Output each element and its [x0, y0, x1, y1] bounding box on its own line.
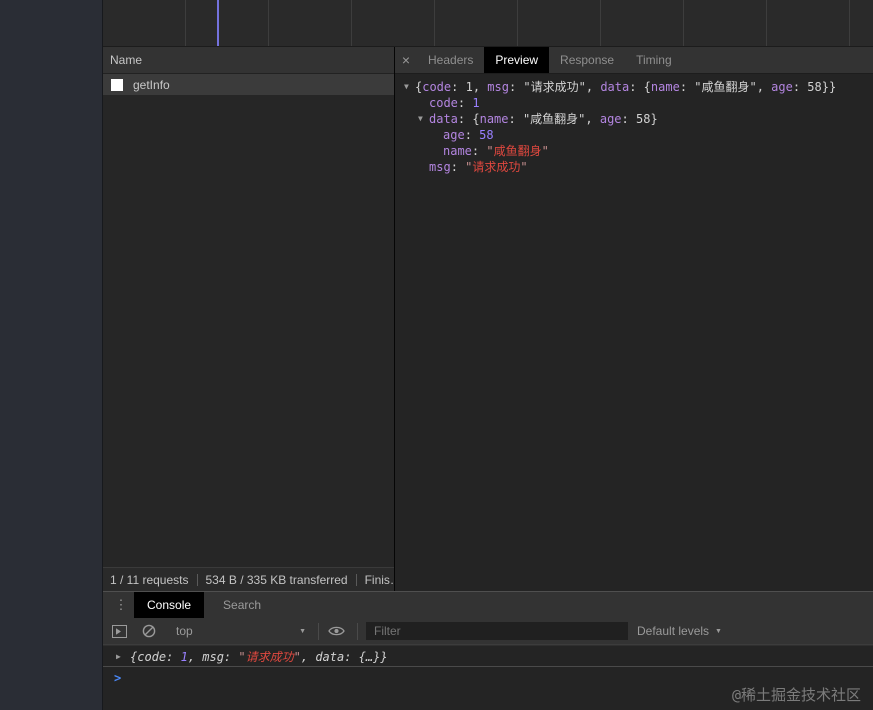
devtools-window: Name getInfo 1 / 11 requests 534 B / 335…: [102, 0, 873, 710]
request-detail-pane: × Headers Preview Response Timing ▼ {cod…: [395, 47, 873, 591]
request-detail-tabbar: × Headers Preview Response Timing: [395, 47, 873, 74]
page-background: [0, 0, 102, 710]
chevron-down-icon: ▼: [299, 627, 306, 635]
tab-search[interactable]: Search: [210, 592, 274, 618]
toolbar-divider: [318, 622, 319, 640]
log-expand-icon[interactable]: ▶: [116, 652, 130, 661]
tab-headers[interactable]: Headers: [417, 47, 484, 73]
log-levels-dropdown[interactable]: Default levels ▼: [637, 624, 722, 638]
preview-tree-line: name: "咸鱼翻身": [404, 143, 873, 159]
timeline-marker: [217, 0, 219, 46]
tree-line-tokens: age: 58: [443, 128, 494, 142]
tab-response[interactable]: Response: [549, 47, 625, 73]
kebab-menu-icon[interactable]: ⋮: [115, 592, 128, 618]
console-sidebar-toggle-icon[interactable]: [112, 624, 127, 638]
close-icon[interactable]: ×: [395, 47, 417, 73]
tab-preview[interactable]: Preview: [484, 47, 550, 73]
chevron-down-icon: ▼: [715, 627, 722, 635]
toolbar-divider: [357, 622, 358, 640]
tab-console[interactable]: Console: [134, 592, 205, 618]
console-filter-input[interactable]: [366, 622, 628, 640]
tree-line-tokens: code: 1: [429, 96, 480, 110]
console-drawer: ⋮ Console Search top ▼ Filter Default le…: [103, 591, 873, 710]
column-header-label: Name: [110, 53, 143, 67]
preview-tree-line: code: 1: [404, 95, 873, 111]
clear-console-icon[interactable]: [142, 624, 156, 638]
preview-tree-line: age: 58: [404, 127, 873, 143]
request-list-column: Name getInfo 1 / 11 requests 534 B / 335…: [103, 47, 395, 591]
request-name: getInfo: [133, 77, 170, 92]
log-object-preview: {code: 1, msg: "请求成功", data: {…}}: [130, 649, 388, 664]
request-row-getinfo[interactable]: getInfo: [103, 74, 394, 95]
tree-toggle-icon: [432, 143, 443, 159]
tree-line-tokens: msg: "请求成功": [429, 160, 528, 174]
network-panel: Name getInfo 1 / 11 requests 534 B / 335…: [103, 47, 873, 591]
tree-toggle-icon: [418, 159, 429, 175]
prompt-chevron-icon: >: [114, 670, 122, 685]
request-list-empty-area: [103, 95, 394, 567]
tree-line-tokens: data: {name: "咸鱼翻身", age: 58}: [429, 112, 658, 126]
summary-transferred: 534 B / 335 KB transferred: [205, 572, 348, 587]
tree-toggle-icon: [432, 127, 443, 143]
console-log-row: ▶ {code: 1, msg: "请求成功", data: {…}}: [103, 645, 873, 667]
watermark: @稀土掘金技术社区: [731, 686, 861, 704]
json-preview-tree: ▼ {code: 1, msg: "请求成功", data: {name: "咸…: [395, 74, 873, 591]
execution-context-selector[interactable]: top ▼: [176, 624, 306, 638]
execution-context-label: top: [176, 624, 193, 638]
console-messages-area: ▶ {code: 1, msg: "请求成功", data: {…}} > @稀…: [103, 645, 873, 710]
summary-finish: Finis…: [364, 572, 394, 587]
summary-requests: 1 / 11 requests: [110, 572, 189, 587]
live-expression-eye-icon[interactable]: [328, 625, 345, 637]
console-drawer-tabbar: ⋮ Console Search: [103, 592, 873, 618]
tree-line-tokens: name: "咸鱼翻身": [443, 144, 549, 158]
tree-toggle-icon[interactable]: ▼: [418, 111, 429, 127]
request-favicon: [111, 78, 123, 91]
network-overview-timeline[interactable]: [103, 0, 873, 47]
preview-tree-line: ▼ {code: 1, msg: "请求成功", data: {name: "咸…: [404, 79, 873, 95]
preview-tree-line: ▼ data: {name: "咸鱼翻身", age: 58}: [404, 111, 873, 127]
tab-timing[interactable]: Timing: [625, 47, 683, 73]
screen: Name getInfo 1 / 11 requests 534 B / 335…: [0, 0, 873, 710]
console-toolbar: top ▼ Default levels ▼: [103, 618, 873, 645]
tree-line-tokens: {code: 1, msg: "请求成功", data: {name: "咸鱼翻…: [415, 80, 837, 94]
tree-toggle-icon[interactable]: ▼: [404, 79, 415, 95]
network-summary-bar: 1 / 11 requests 534 B / 335 KB transferr…: [103, 567, 394, 591]
preview-tree-line: msg: "请求成功": [404, 159, 873, 175]
log-levels-label: Default levels: [637, 624, 710, 638]
tree-toggle-icon: [418, 95, 429, 111]
column-header-name[interactable]: Name: [103, 47, 394, 74]
